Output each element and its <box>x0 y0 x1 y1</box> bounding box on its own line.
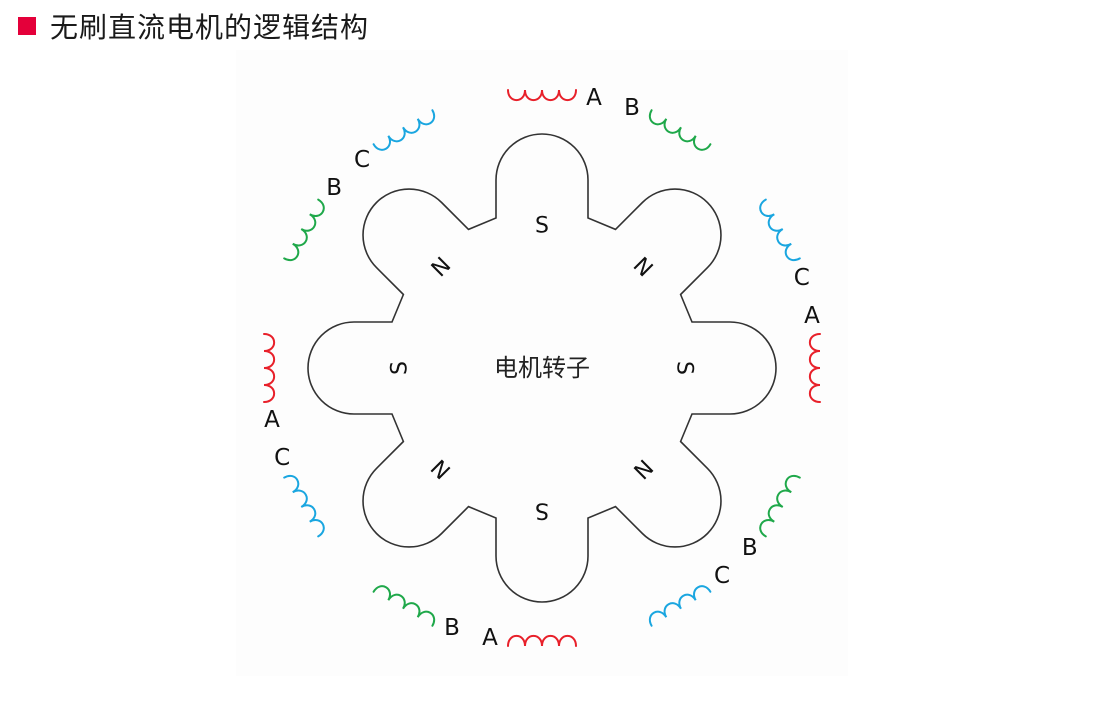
pole-label-n: N <box>628 253 657 282</box>
pole-label-s: S <box>672 361 697 375</box>
pole-label-s: S <box>388 361 413 375</box>
coil-a-winding <box>808 333 821 403</box>
rotor-label: 电机转子 <box>494 354 590 382</box>
phase-label-a: A <box>264 407 280 433</box>
coil-b-winding <box>283 198 325 261</box>
coil-b-winding <box>372 585 435 627</box>
pole-label-s: S <box>535 214 549 239</box>
coil-b-winding <box>759 475 801 538</box>
title-text: 无刷直流电机的逻辑结构 <box>50 11 370 44</box>
pole-label-s: S <box>535 498 549 523</box>
pole-label-n: N <box>628 454 657 483</box>
phase-label-b: B <box>624 95 640 121</box>
phase-label-a: A <box>482 625 498 651</box>
coil-a-winding <box>263 333 276 403</box>
motor-diagram-panel: ABCABCABCABC SNSNSNSN 电机转子 <box>236 50 848 676</box>
phase-label-b: B <box>326 175 342 201</box>
coil-b-winding <box>649 109 712 151</box>
pole-label-n: N <box>427 253 456 282</box>
coil-c-winding <box>649 585 712 627</box>
phase-label-c: C <box>794 265 810 291</box>
phase-label-c: C <box>714 563 730 589</box>
coil-c-winding <box>759 198 801 261</box>
square-bullet-icon <box>18 17 36 35</box>
phase-label-c: C <box>274 445 290 471</box>
bldc-motor-diagram: A BCABCABCABC SNSNSNSN 电机转子 <box>263 85 821 651</box>
coil-a-winding <box>507 89 577 102</box>
coil-c-winding <box>283 475 325 538</box>
coil-c-winding <box>372 109 435 151</box>
phase-label-a: A <box>804 303 820 329</box>
phase-label-b: B <box>742 535 758 561</box>
slide-title: 无刷直流电机的逻辑结构 <box>18 8 369 44</box>
phase-label-c: C <box>354 147 370 173</box>
pole-label-n: N <box>427 454 456 483</box>
phase-label-a: A <box>586 85 602 111</box>
coil-a-winding <box>507 634 577 647</box>
phase-label-b: B <box>444 615 460 641</box>
